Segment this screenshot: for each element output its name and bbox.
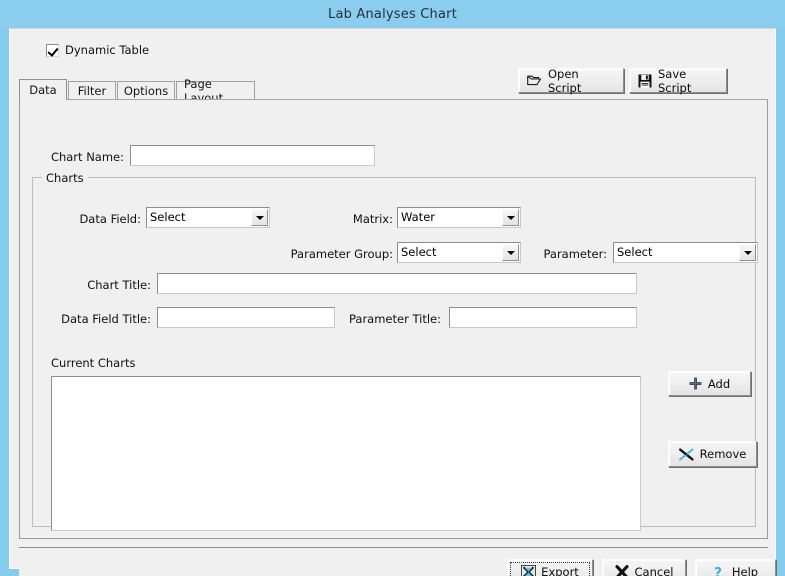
lab-analyses-chart-window: Lab Analyses Chart Dynamic Table Open Sc… bbox=[0, 0, 785, 576]
remove-button[interactable]: Remove bbox=[668, 441, 757, 467]
current-charts-label: Current Charts bbox=[51, 356, 136, 370]
excel-export-icon bbox=[521, 565, 537, 576]
checkbox-checkmark-icon[interactable] bbox=[46, 43, 59, 57]
help-accel-letter: H bbox=[731, 565, 741, 576]
data-field-combobox[interactable]: Select bbox=[146, 207, 270, 228]
dialog-footer: Export Cancel ? Help bbox=[19, 547, 776, 576]
current-charts-listbox[interactable] bbox=[51, 376, 641, 531]
export-button[interactable]: Export bbox=[507, 559, 593, 576]
dynamic-table-checkbox[interactable]: Dynamic Table bbox=[46, 43, 149, 57]
help-button-label: Help bbox=[732, 565, 758, 576]
parameter-group-value: Select bbox=[401, 245, 437, 259]
data-field-label: Data Field: bbox=[79, 212, 141, 226]
chart-title-label: Chart Title: bbox=[87, 278, 151, 292]
parameter-dropdown-button[interactable] bbox=[739, 244, 756, 261]
charts-groupbox: Charts Data Field: Select Matrix: Water bbox=[32, 171, 758, 531]
data-field-title-label: Data Field Title: bbox=[61, 312, 151, 326]
tab-options[interactable]: Options bbox=[117, 81, 175, 99]
help-rest-letters: elp bbox=[740, 565, 759, 576]
cancel-button[interactable]: Cancel bbox=[602, 559, 686, 576]
parameter-group-combobox[interactable]: Select bbox=[397, 242, 521, 263]
chevron-down-icon bbox=[506, 250, 515, 255]
chart-name-input[interactable] bbox=[130, 145, 375, 166]
add-button[interactable]: Add bbox=[668, 371, 751, 396]
question-mark-help-icon: ? bbox=[713, 565, 726, 576]
plus-icon bbox=[689, 377, 702, 390]
svg-text:?: ? bbox=[714, 565, 722, 576]
cancel-button-label: Cancel bbox=[634, 565, 674, 576]
data-field-title-input[interactable] bbox=[157, 307, 335, 328]
export-button-label: Export bbox=[541, 565, 579, 576]
help-button[interactable]: ? Help bbox=[695, 559, 776, 576]
parameter-combobox[interactable]: Select bbox=[613, 242, 758, 263]
tab-data[interactable]: Data bbox=[19, 79, 67, 100]
matrix-label: Matrix: bbox=[352, 212, 393, 226]
parameter-value: Select bbox=[617, 245, 653, 259]
window-titlebar: Lab Analyses Chart bbox=[0, 0, 785, 28]
matrix-dropdown-button[interactable] bbox=[502, 209, 519, 226]
parameter-group-dropdown-button[interactable] bbox=[502, 244, 519, 261]
tab-options-label: Options bbox=[123, 83, 169, 98]
charts-groupbox-title: Charts bbox=[42, 171, 88, 185]
tab-filter-label: Filter bbox=[77, 83, 107, 98]
x-cancel-icon bbox=[614, 565, 629, 576]
dynamic-table-label: Dynamic Table bbox=[65, 43, 150, 57]
x-remove-icon bbox=[678, 448, 694, 461]
tab-page-data: Chart Name: Charts Data Field: Select Ma… bbox=[19, 99, 768, 539]
tab-strip: Data Filter Options Page Layout bbox=[19, 77, 768, 105]
chart-name-label: Chart Name: bbox=[50, 150, 124, 164]
matrix-combobox[interactable]: Water bbox=[397, 207, 521, 228]
chevron-down-icon bbox=[255, 215, 264, 220]
add-button-label: Add bbox=[707, 376, 731, 391]
data-field-value: Select bbox=[150, 210, 186, 224]
chart-title-input[interactable] bbox=[157, 273, 637, 294]
window-title: Lab Analyses Chart bbox=[328, 6, 457, 22]
matrix-value: Water bbox=[401, 210, 435, 224]
data-field-dropdown-button[interactable] bbox=[251, 209, 268, 226]
parameter-group-label: Parameter Group: bbox=[290, 247, 393, 261]
chevron-down-icon bbox=[506, 215, 515, 220]
remove-button-label: Remove bbox=[699, 447, 747, 461]
parameter-label: Parameter: bbox=[543, 247, 607, 261]
parameter-title-input[interactable] bbox=[449, 307, 637, 328]
chevron-down-icon bbox=[743, 250, 752, 255]
tab-page-layout[interactable]: Page Layout bbox=[176, 77, 255, 105]
tab-data-label: Data bbox=[29, 83, 57, 97]
dialog-client-area: Dynamic Table Open Script Save Script Da… bbox=[9, 28, 776, 576]
tab-filter[interactable]: Filter bbox=[68, 81, 116, 99]
parameter-title-label: Parameter Title: bbox=[348, 312, 441, 326]
